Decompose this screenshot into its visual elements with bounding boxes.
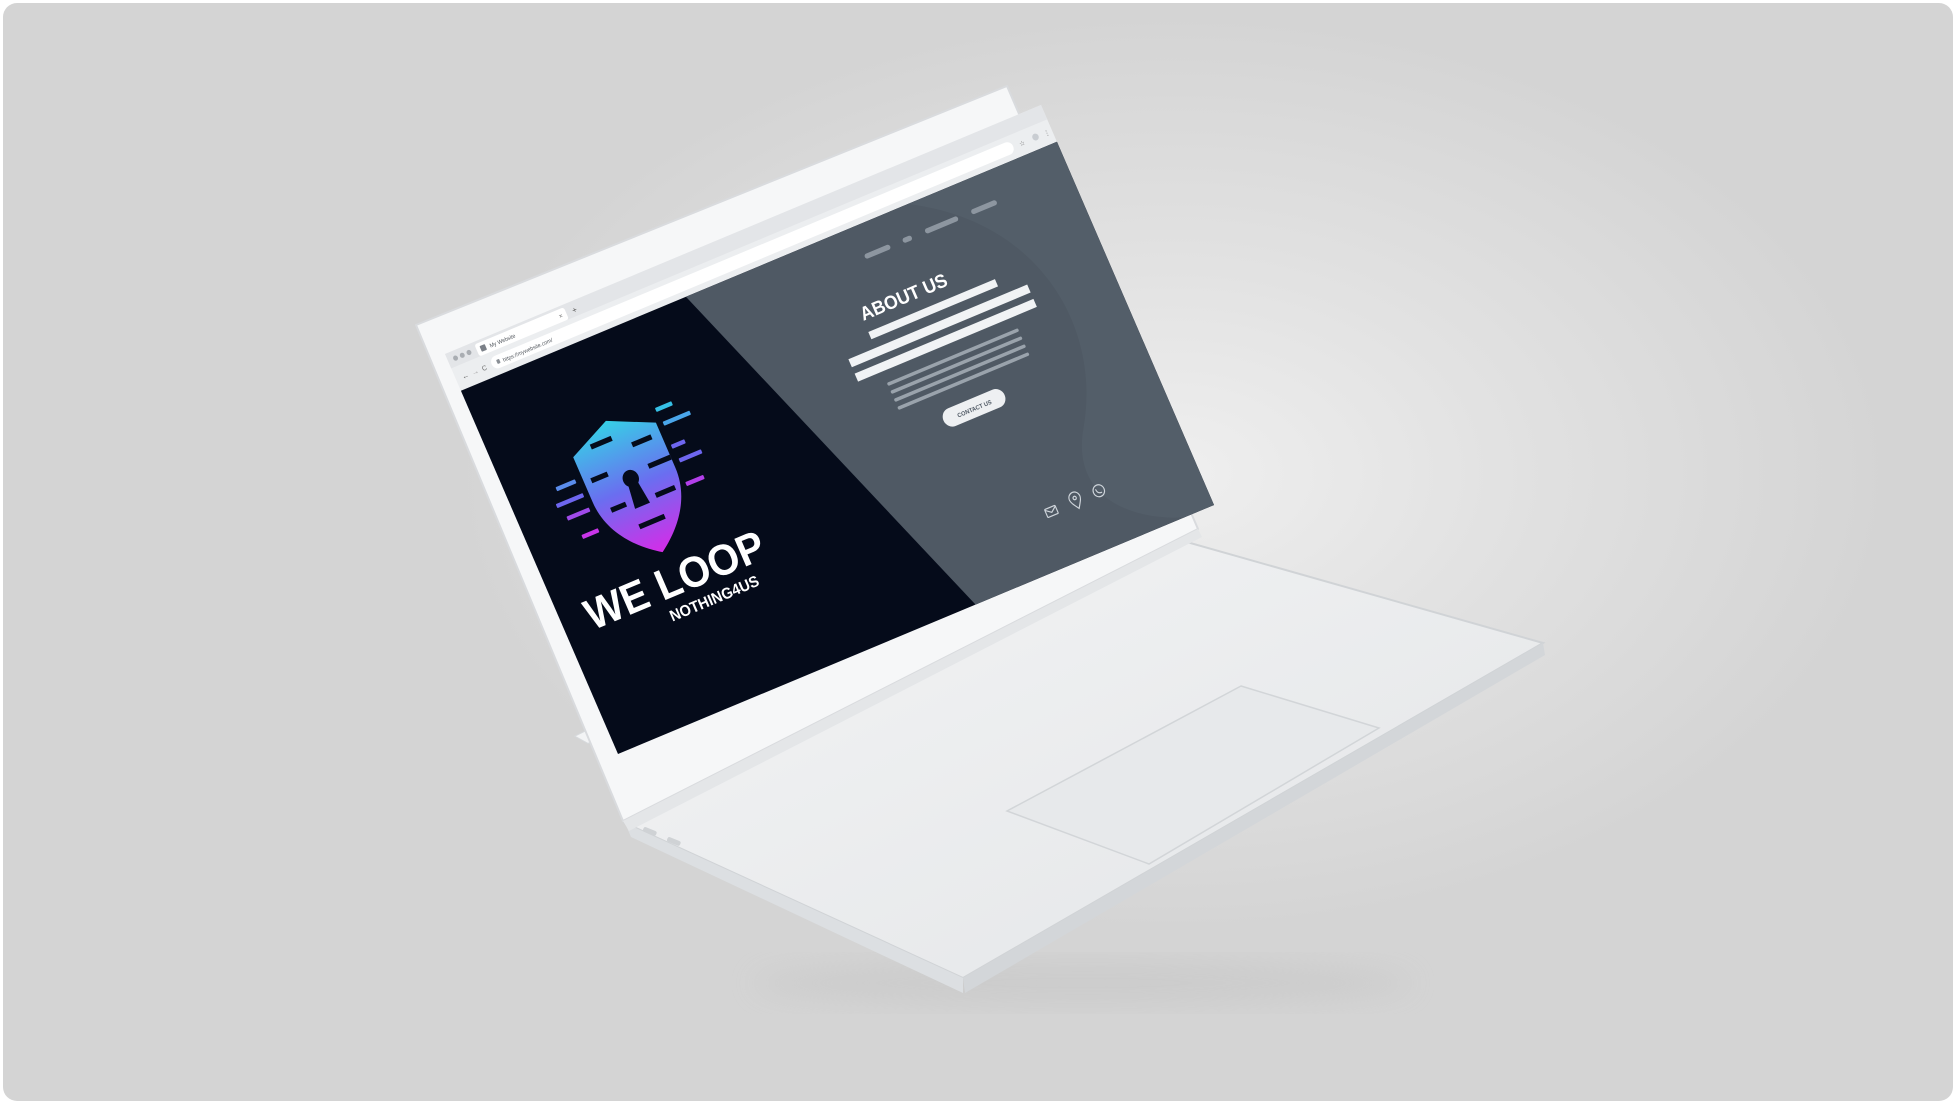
mockup-background: My Website × + ← → C https://mywebsite.c… (3, 3, 1953, 1101)
